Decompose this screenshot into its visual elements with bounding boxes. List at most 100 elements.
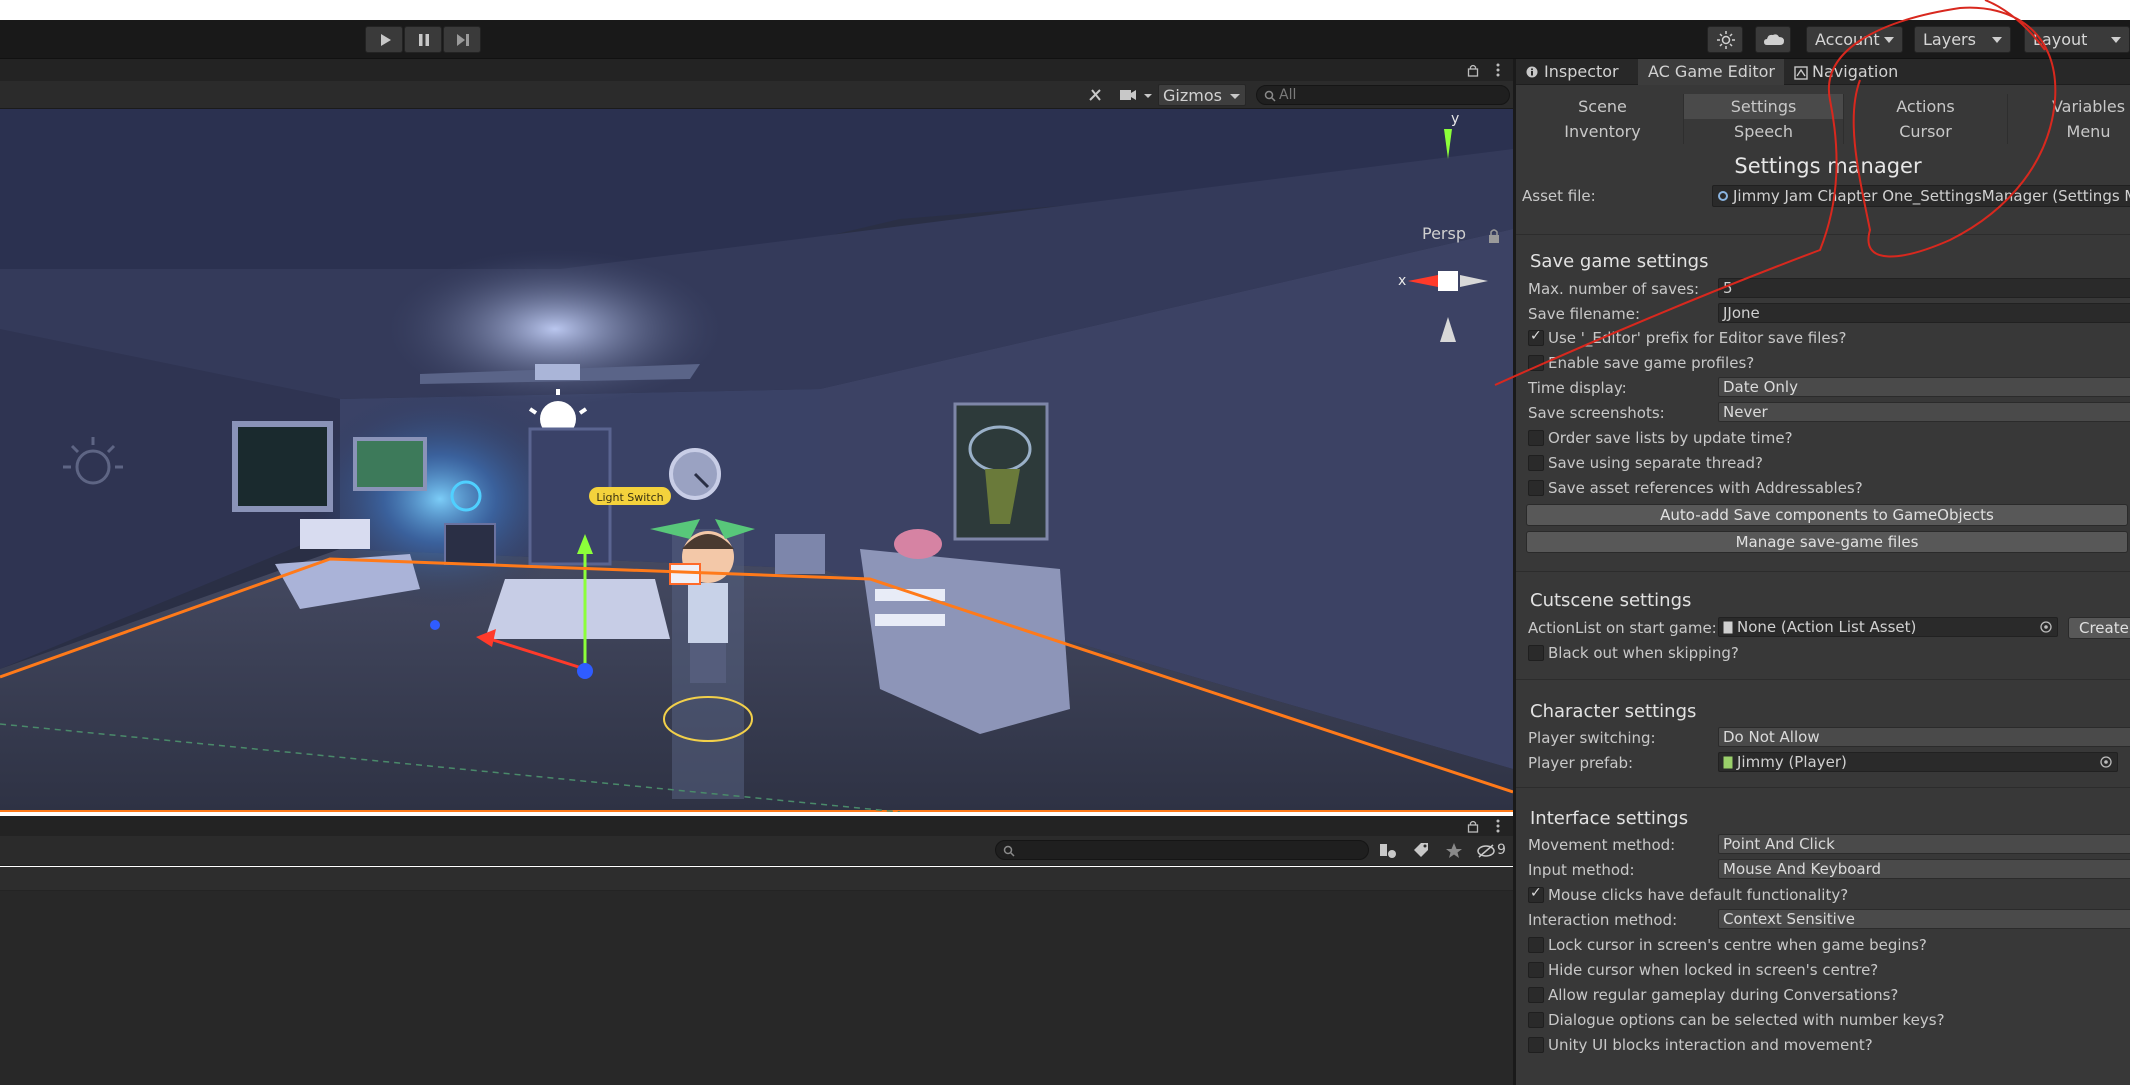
layers-label: Layers [1923,30,1976,49]
subtab-actions[interactable]: Actions [1844,94,2008,119]
start-actionlist-value: None (Action List Asset) [1737,618,1917,636]
lock-cursor-checkbox[interactable] [1528,937,1544,953]
addressables-checkbox[interactable] [1528,480,1544,496]
blackout-skip-checkbox[interactable] [1528,645,1544,661]
time-display-label: Time display: [1528,379,1627,397]
scene-search-input[interactable]: All [1256,85,1510,105]
save-filename-field[interactable]: JJone [1718,303,2130,323]
layout-label: Layout [2033,30,2088,49]
save-settings-header: Save game settings [1530,251,1709,272]
bottom-search-input[interactable] [995,840,1369,860]
allow-gameplay-checkbox[interactable] [1528,987,1544,1003]
hidden-count: 9 [1497,842,1506,858]
manage-save-files-button[interactable]: Manage save-game files [1526,531,2128,553]
separate-thread-checkbox[interactable] [1528,455,1544,471]
auto-add-save-button[interactable]: Auto-add Save components to GameObjects [1526,504,2128,526]
hide-cursor-checkbox[interactable] [1528,962,1544,978]
save-screenshots-label: Save screenshots: [1528,404,1665,422]
light-settings-button[interactable] [1707,26,1743,53]
play-button[interactable] [365,26,403,53]
movement-method-dropdown[interactable]: Point And Click [1718,834,2130,854]
tab-navigation[interactable]: Navigation [1786,59,1916,85]
object-picker-icon[interactable] [2039,620,2053,634]
subtab-menu[interactable]: Menu [2008,119,2130,144]
player-switching-dropdown[interactable]: Do Not Allow [1718,727,2130,747]
subtab-scene[interactable]: Scene [1522,94,1684,119]
filter-by-type-icon[interactable] [1378,842,1398,860]
bottom-panel-body [0,867,1513,1085]
section-divider [1516,234,2130,235]
axis-y-label: y [1451,111,1459,127]
script-icon [1723,756,1733,769]
interaction-method-dropdown[interactable]: Context Sensitive [1718,909,2130,929]
unity-ui-blocks-label: Unity UI blocks interaction and movement… [1548,1036,1873,1054]
star-icon[interactable] [1444,842,1464,860]
bedroom-scene-render: Light Switch y x Persp [0,109,1513,812]
hidden-eye-icon[interactable] [1476,842,1496,860]
unity-ui-blocks-checkbox[interactable] [1528,1037,1544,1053]
editor-prefix-checkbox[interactable] [1528,328,1544,346]
mouse-default-checkbox[interactable] [1528,885,1544,903]
sun-icon [1717,31,1735,49]
subtab-speech[interactable]: Speech [1684,119,1844,144]
scene-view-toolbar: Gizmos All [0,81,1513,109]
save-profiles-checkbox[interactable] [1528,355,1544,371]
section-divider [1516,679,2130,680]
create-actionlist-button[interactable]: Create [2068,617,2130,639]
tag-icon[interactable] [1411,842,1431,860]
cutscene-settings-header: Cutscene settings [1530,590,1692,611]
dialogue-number-keys-checkbox[interactable] [1528,1012,1544,1028]
subtab-variables[interactable]: Variables [2008,94,2130,119]
gizmos-label: Gizmos [1163,86,1222,105]
section-divider [1516,571,2130,572]
chevron-down-icon [1230,94,1240,99]
max-saves-field[interactable]: 5 [1718,278,2130,298]
asset-file-label: Asset file: [1522,187,1596,205]
tools-icon[interactable] [1086,86,1106,104]
pause-icon [419,34,429,46]
scene-viewport[interactable]: Light Switch y x Persp [0,109,1513,812]
cloud-button[interactable] [1755,26,1791,53]
player-prefab-label: Player prefab: [1528,754,1634,772]
camera-dropdown[interactable] [1116,84,1156,106]
input-method-dropdown[interactable]: Mouse And Keyboard [1718,859,2130,879]
order-saves-checkbox[interactable] [1528,430,1544,446]
player-switching-label: Player switching: [1528,729,1656,747]
tab-inspector-label: Inspector [1544,62,1619,81]
step-icon [457,34,469,46]
asset-file-field[interactable]: Jimmy Jam Chapter One_SettingsManager (S… [1712,185,2130,207]
subtab-cursor[interactable]: Cursor [1844,119,2008,144]
save-profiles-label: Enable save game profiles? [1548,354,1755,372]
lock-icon[interactable] [1466,63,1480,77]
ac-game-editor-panel: Inspector AC Game Editor Navigation Scen… [1516,59,2130,1085]
bottom-panel-row[interactable] [0,867,1513,891]
player-prefab-field[interactable]: Jimmy (Player) [1718,752,2118,772]
allow-gameplay-label: Allow regular gameplay during Conversati… [1548,986,1899,1004]
addressables-label: Save asset references with Addressables? [1548,479,1863,497]
start-actionlist-field[interactable]: None (Action List Asset) [1718,617,2058,637]
pause-button[interactable] [404,26,442,53]
tab-ac-game-editor[interactable]: AC Game Editor [1638,59,1784,85]
interaction-method-label: Interaction method: [1528,911,1678,929]
account-label: Account [1815,30,1880,49]
kebab-menu-icon[interactable] [1494,818,1502,834]
page-title: Settings manager [1734,154,1922,178]
kebab-menu-icon[interactable] [1494,62,1502,78]
gizmos-dropdown[interactable]: Gizmos [1158,84,1246,106]
info-icon [1526,66,1538,78]
start-actionlist-label: ActionList on start game: [1528,619,1717,637]
account-dropdown[interactable]: Account [1806,26,1903,53]
bottom-panel-header [0,816,1513,836]
step-button[interactable] [443,26,481,53]
cloud-icon [1764,34,1784,45]
subtab-settings[interactable]: Settings [1684,94,1844,119]
layout-dropdown[interactable]: Layout [2024,26,2130,53]
time-display-dropdown[interactable]: Date Only [1718,377,2130,397]
subtab-inventory[interactable]: Inventory [1522,119,1684,144]
navigation-icon [1794,66,1808,80]
layers-dropdown[interactable]: Layers [1914,26,2011,53]
save-screenshots-dropdown[interactable]: Never [1718,402,2130,422]
tab-inspector[interactable]: Inspector [1516,59,1636,85]
object-picker-icon[interactable] [2099,755,2113,769]
lock-icon[interactable] [1466,819,1480,833]
